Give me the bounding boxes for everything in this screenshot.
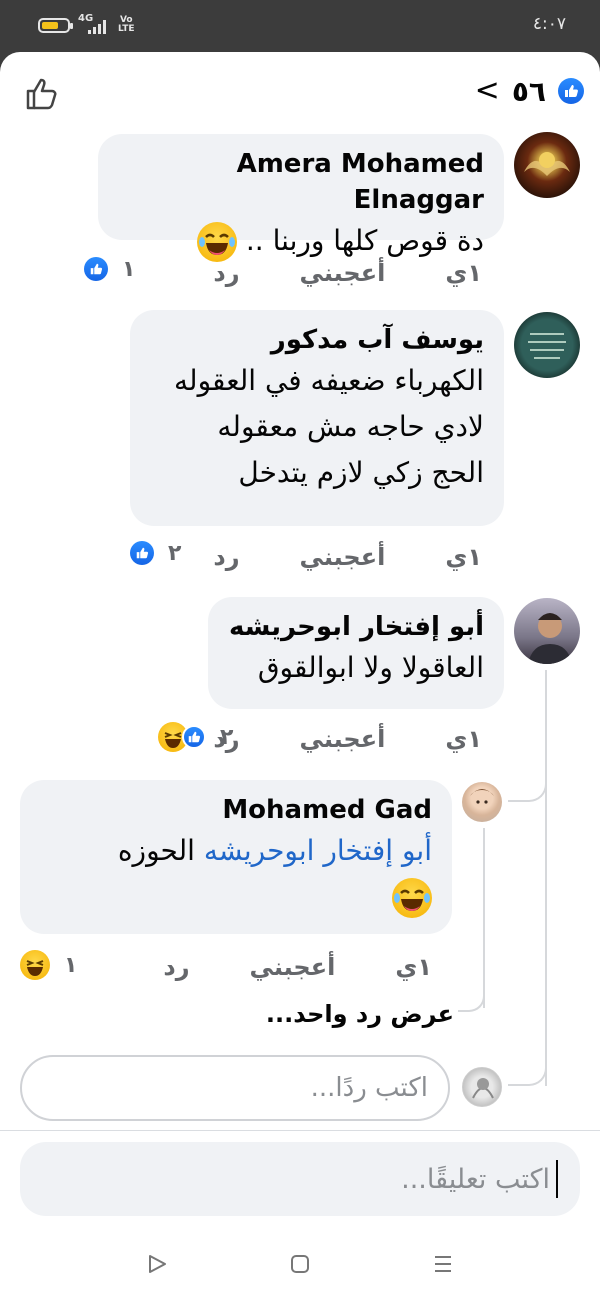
haha-emoji-icon	[392, 878, 432, 918]
comment-reactions[interactable]: ٢	[130, 536, 181, 570]
battery-icon	[38, 18, 73, 33]
comment-input[interactable]: اكتب تعليقًا...	[20, 1142, 580, 1216]
comment-time: ١ي	[445, 543, 482, 571]
like-icon	[558, 78, 584, 104]
comment-time: ١ي	[445, 725, 482, 753]
reply-text: أبو إفتخار ابوحريشه الحوزه	[40, 828, 432, 874]
comment-line: لادي حاجه مش معقوله	[217, 410, 484, 443]
comment-line: الكهرباء ضعيفه في العقوله	[174, 364, 484, 397]
comment-bubble: يوسف آب مدكور الكهرباء ضعيفه في العقوله …	[130, 310, 504, 526]
reply-text-rest: الحوزه	[117, 834, 204, 867]
reply-button[interactable]: رد	[213, 259, 239, 287]
reaction-count: ١	[122, 256, 136, 282]
divider	[0, 1130, 600, 1131]
avatar	[462, 1067, 502, 1107]
status-bar: 4G Vo LTE ٤:٠٧	[0, 0, 600, 52]
thumbs-up-outline-icon[interactable]	[24, 76, 60, 112]
thread-line	[483, 828, 485, 1008]
reaction-count: ٢	[220, 724, 234, 750]
comment-actions: ١ي أعجبني رد	[213, 256, 482, 290]
comment-line: العاقولا ولا ابوالقوق	[257, 651, 484, 684]
reaction-count: ١	[64, 952, 78, 978]
reply-emoji-line	[40, 874, 432, 920]
view-more-replies-link[interactable]: عرض رد واحد...	[266, 1000, 454, 1028]
like-icon	[182, 725, 206, 749]
thread-connector	[508, 782, 547, 802]
avatar[interactable]	[514, 312, 580, 378]
thread-connector	[458, 992, 485, 1012]
reply-input-placeholder: اكتب ردًا...	[310, 1073, 428, 1103]
comment-line: الحج زكي لازم يتدخل	[238, 456, 484, 489]
avatar[interactable]	[514, 132, 580, 198]
like-button[interactable]: أعجبني	[300, 725, 386, 753]
comment-input-placeholder: اكتب تعليقًا...	[401, 1163, 550, 1195]
comment-reactions[interactable]: ٢	[158, 720, 233, 754]
recents-nav-icon[interactable]	[429, 1250, 457, 1278]
reply-reactions[interactable]: ١	[20, 948, 77, 982]
like-button[interactable]: أعجبني	[250, 953, 336, 981]
comment-author[interactable]: يوسف آب مدكور	[150, 322, 484, 358]
back-chevron-icon[interactable]: <	[475, 76, 500, 106]
avatar[interactable]	[514, 598, 580, 664]
comment-bubble: أبو إفتخار ابوحريشه العاقولا ولا ابوالقو…	[208, 597, 504, 709]
comment-actions: ١ي أعجبني رد	[213, 540, 482, 574]
comment-bubble: Amera Mohamed Elnaggar دة قوص كلها وربنا…	[98, 134, 504, 262]
reply-author[interactable]: Mohamed Gad	[40, 792, 432, 828]
comments-sheet: < ٥٦ Amera Mohamed Elnaggar دة قوص كلها …	[0, 52, 600, 1300]
thread-line	[545, 670, 547, 1086]
reaction-count: ٥٦	[511, 74, 546, 108]
signal-icon	[88, 20, 108, 34]
reply-bubble: Mohamed Gad أبو إفتخار ابوحريشه الحوزه	[20, 780, 452, 934]
like-icon	[84, 257, 108, 281]
comment-time: ١ي	[445, 259, 482, 287]
volte-icon: Vo LTE	[118, 15, 135, 34]
reply-button[interactable]: رد	[213, 543, 239, 571]
reply-input[interactable]: اكتب ردًا...	[20, 1055, 450, 1121]
back-nav-icon[interactable]	[143, 1250, 171, 1278]
reply-actions: ١ي أعجبني رد	[163, 950, 432, 984]
system-nav-bar	[0, 1228, 600, 1300]
comment-author[interactable]: Amera Mohamed Elnaggar	[118, 146, 484, 218]
like-button[interactable]: أعجبني	[300, 259, 386, 287]
mention-link[interactable]: أبو إفتخار ابوحريشه	[204, 834, 432, 867]
text-caret	[556, 1160, 558, 1198]
thread-connector	[508, 1062, 547, 1086]
haha-emoji-icon	[20, 950, 50, 980]
reply-button[interactable]: رد	[163, 953, 189, 981]
comment-author[interactable]: أبو إفتخار ابوحريشه	[228, 609, 484, 645]
status-time: ٤:٠٧	[532, 14, 566, 34]
like-icon	[130, 541, 154, 565]
home-nav-icon[interactable]	[286, 1250, 314, 1278]
reaction-summary[interactable]: < ٥٦	[475, 74, 584, 108]
avatar[interactable]	[462, 782, 502, 822]
comment-line: دة قوص كلها وربنا ..	[245, 224, 484, 257]
comment-actions: ١ي أعجبني رد	[213, 722, 482, 756]
reaction-count: ٢	[168, 540, 182, 566]
like-button[interactable]: أعجبني	[300, 543, 386, 571]
comment-reactions[interactable]: ١	[84, 252, 135, 286]
reply-time: ١ي	[395, 953, 432, 981]
